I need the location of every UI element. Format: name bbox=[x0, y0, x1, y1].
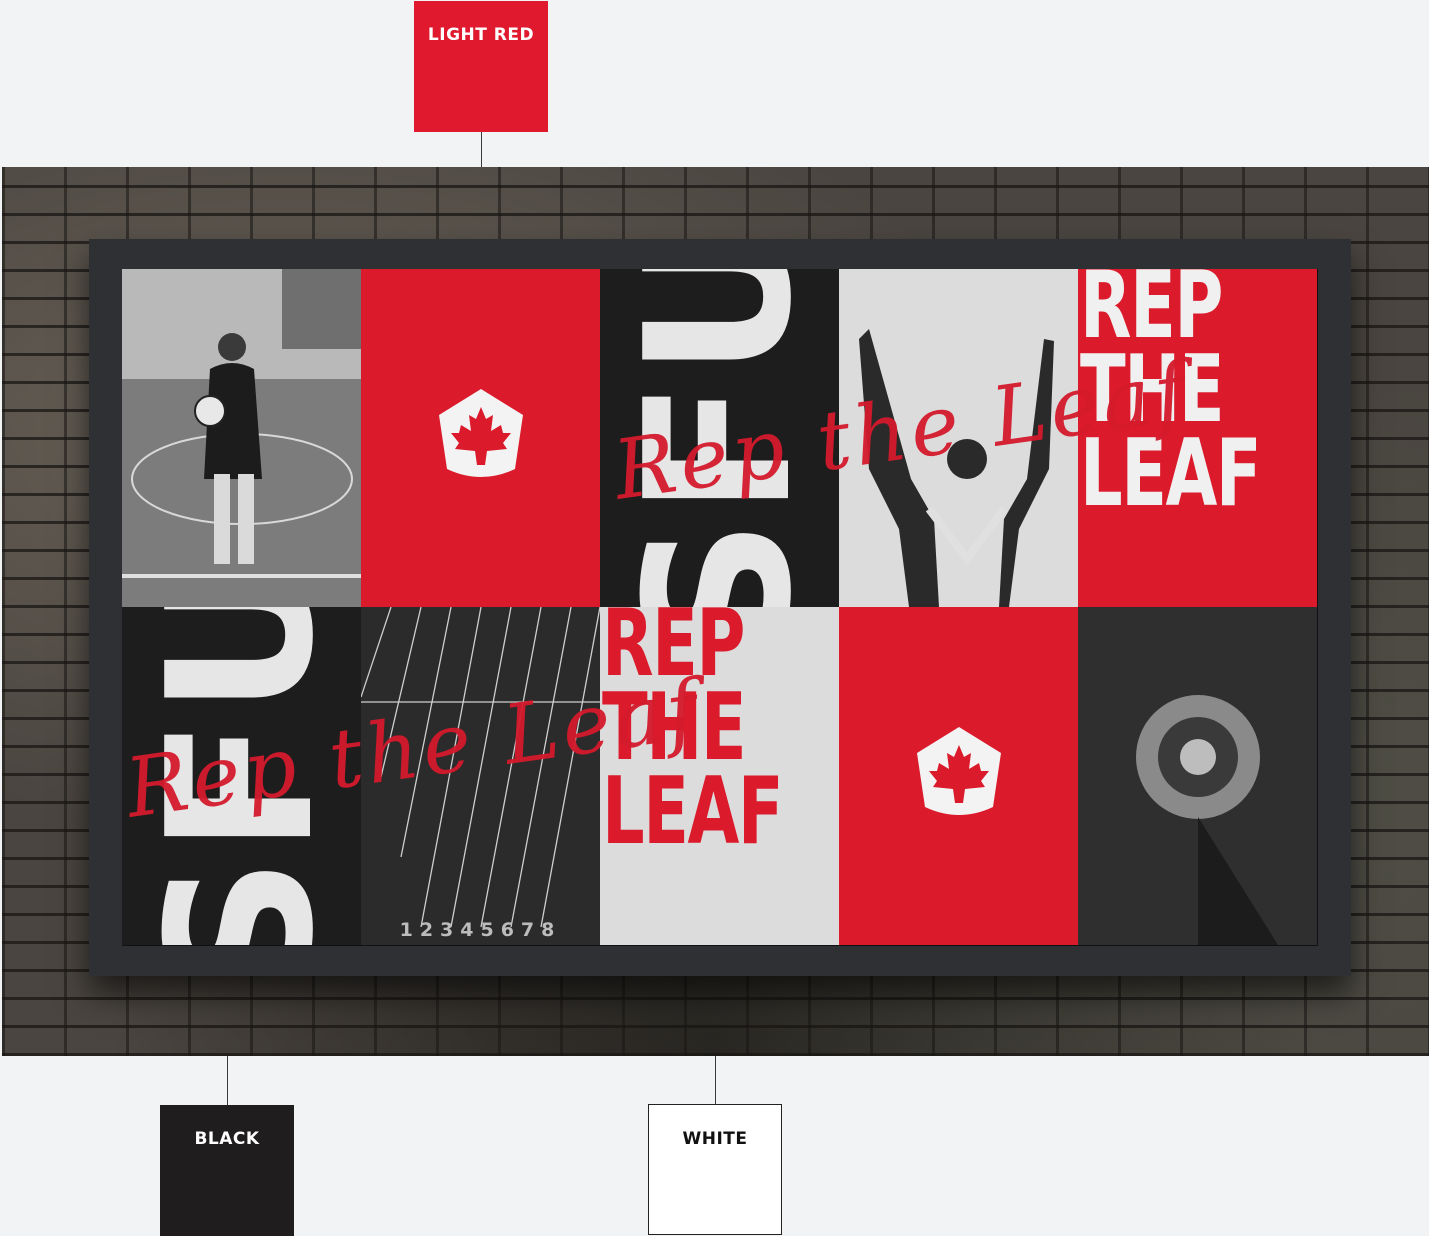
photo-soccer-player-tile bbox=[122, 269, 361, 607]
red-leaf-badge-tile bbox=[361, 269, 600, 607]
lane-numbers: 12345678 bbox=[399, 919, 562, 941]
billboard-frame: SFU REP THE LEAF SFU 12345678 REP THE LE… bbox=[89, 239, 1351, 976]
maple-leaf-badge-icon bbox=[439, 389, 523, 477]
maple-leaf-badge-icon bbox=[917, 727, 1001, 815]
rep-the-leaf-white-tile: REP THE LEAF bbox=[600, 607, 839, 945]
team-huddle-photo bbox=[1136, 695, 1278, 945]
white-swatch: WHITE bbox=[648, 1104, 782, 1235]
brick-wall-background: SFU REP THE LEAF SFU 12345678 REP THE LE… bbox=[2, 167, 1429, 1056]
black-swatch: BLACK bbox=[160, 1105, 294, 1236]
light-red-swatch: LIGHT RED bbox=[414, 1, 548, 132]
red-leaf-badge-tile-bottom bbox=[839, 607, 1078, 945]
photo-team-huddle-tile bbox=[1078, 607, 1317, 945]
soccer-player-photo bbox=[122, 269, 361, 607]
billboard-panels: SFU REP THE LEAF SFU 12345678 REP THE LE… bbox=[122, 269, 1318, 946]
white-label: WHITE bbox=[682, 1129, 748, 1149]
light-red-label: LIGHT RED bbox=[427, 25, 535, 45]
black-label: BLACK bbox=[194, 1129, 260, 1149]
